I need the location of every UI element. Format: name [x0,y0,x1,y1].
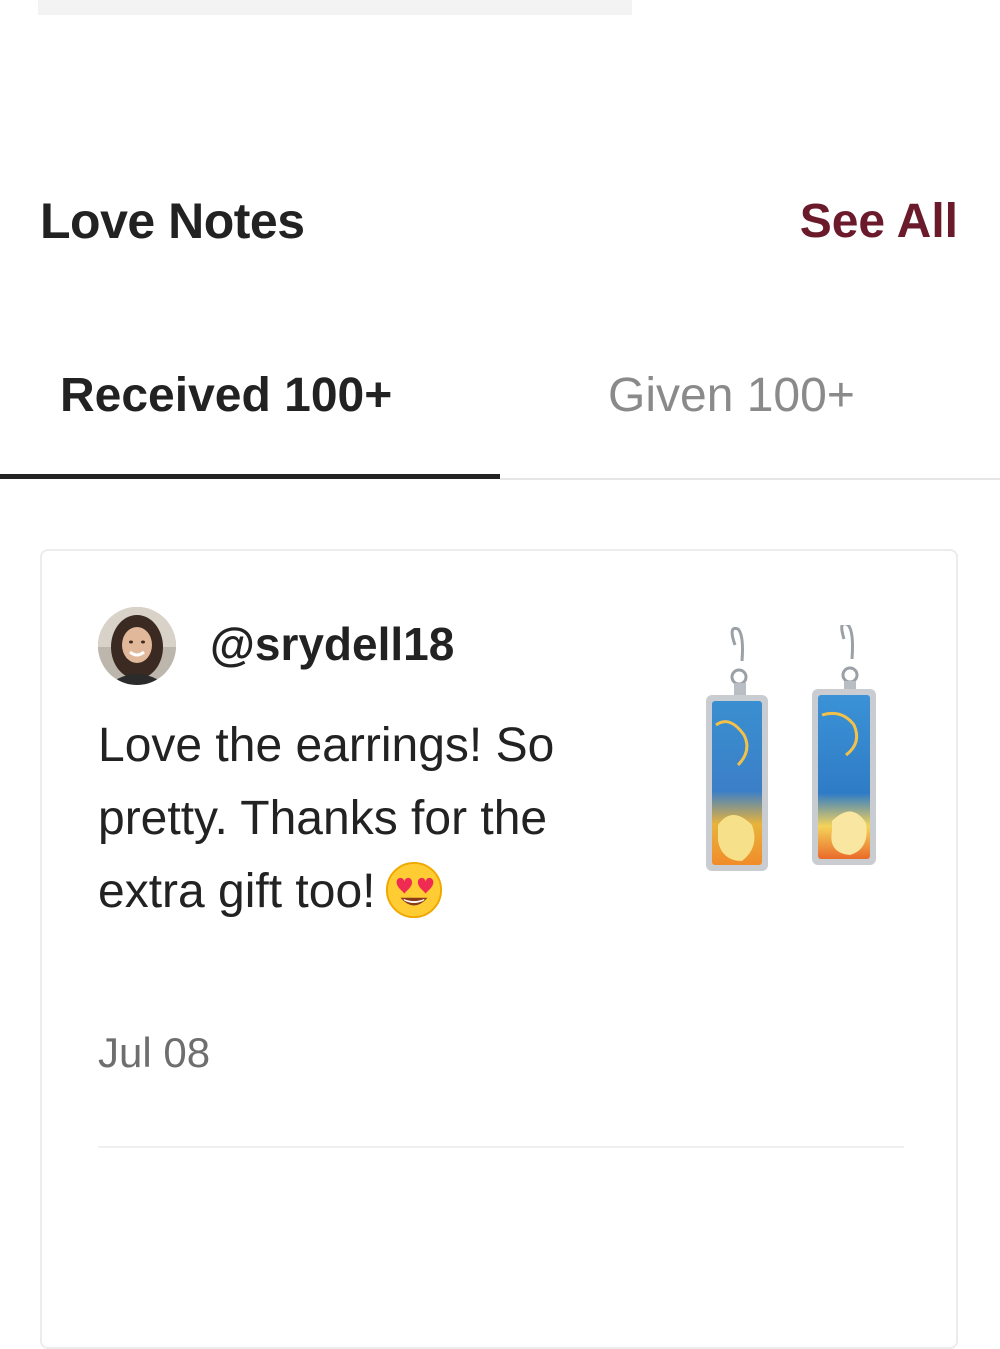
tab-given[interactable]: Given 100+ [500,340,1000,478]
love-note-card: @srydell18 Love the earrings! So pretty.… [40,549,958,1349]
top-bar-placeholder [38,0,632,15]
note-date: Jul 08 [98,1029,211,1076]
section-title: Love Notes [40,193,305,249]
avatar-photo-icon [98,607,176,685]
note-message: Love the earrings! So pretty. Thanks for… [98,709,598,928]
love-notes-tabs: Received 100+ Given 100+ [0,340,1000,480]
see-all-link[interactable]: See All [800,194,958,249]
tab-received[interactable]: Received 100+ [0,340,500,478]
tab-divider [500,478,1000,480]
earrings-product-image-icon[interactable] [682,625,902,895]
avatar[interactable] [98,607,176,685]
heart-eyes-emoji-icon [386,862,443,919]
note-username[interactable]: @srydell18 [210,617,454,671]
card-divider [98,1146,904,1148]
note-message-text: Love the earrings! So pretty. Thanks for… [98,719,555,918]
love-notes-header: Love Notes See All [40,188,958,254]
active-tab-indicator [0,474,500,479]
